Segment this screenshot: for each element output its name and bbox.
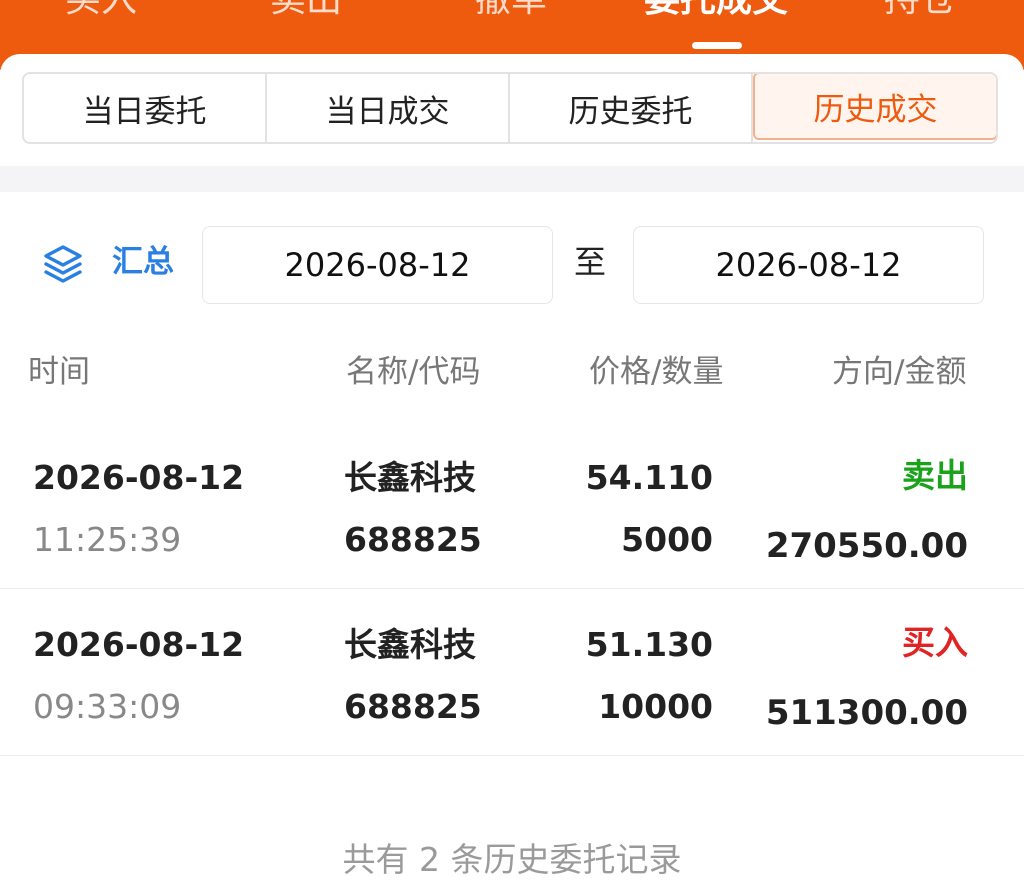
trade-quantity: 5000 — [621, 520, 713, 559]
trade-amount: 511300.00 — [765, 693, 968, 733]
trade-date: 2026-08-12 — [33, 458, 245, 497]
record-count-footer: 共有 2 条历史委托记录 — [342, 840, 682, 879]
trade-price: 51.130 — [585, 625, 713, 664]
start-date-field[interactable]: 2026-08-12 — [202, 226, 553, 304]
trade-date: 2026-08-12 — [33, 625, 245, 664]
header-time: 时间 — [28, 354, 90, 390]
subtab-today-trades[interactable]: 当日成交 — [267, 74, 510, 142]
table-row[interactable]: 2026-08-12 09:33:09 长鑫科技 688825 51.130 1… — [0, 589, 1024, 756]
tab-cancel-order[interactable]: 撤单 — [475, 0, 547, 22]
subtab-history-orders[interactable]: 历史委托 — [510, 74, 753, 142]
subtab-history-trades[interactable]: 历史成交 — [753, 74, 996, 140]
trade-quantity: 10000 — [598, 687, 713, 726]
layers-icon[interactable] — [42, 243, 84, 285]
trade-price: 54.110 — [585, 458, 713, 497]
active-tab-indicator — [692, 42, 742, 49]
stock-code: 688825 — [344, 520, 482, 559]
trade-direction: 卖出 — [902, 456, 968, 495]
stock-name: 长鑫科技 — [344, 625, 476, 664]
trade-time: 11:25:39 — [33, 520, 182, 559]
date-range-separator: 至 — [574, 243, 607, 281]
summary-button[interactable]: 汇总 — [112, 240, 174, 284]
tab-sell[interactable]: 卖出 — [270, 0, 342, 22]
subtab-segmented-control: 当日委托 当日成交 历史委托 历史成交 — [22, 72, 998, 144]
stock-code: 688825 — [344, 687, 482, 726]
table-row[interactable]: 2026-08-12 11:25:39 长鑫科技 688825 54.110 5… — [0, 422, 1024, 589]
end-date-field[interactable]: 2026-08-12 — [633, 226, 984, 304]
trade-direction: 买入 — [902, 623, 968, 662]
tab-buy[interactable]: 买入 — [65, 0, 137, 22]
tab-orders-trades[interactable]: 委托成交 — [644, 0, 788, 22]
subtab-today-orders[interactable]: 当日委托 — [24, 74, 267, 142]
trade-amount: 270550.00 — [765, 526, 968, 566]
trade-time: 09:33:09 — [33, 687, 182, 726]
header-direction-amount: 方向/金额 — [832, 354, 967, 390]
header-name-code: 名称/代码 — [346, 354, 481, 390]
tab-positions[interactable]: 持仓 — [884, 0, 956, 22]
header-price-quantity: 价格/数量 — [589, 354, 724, 390]
section-divider — [0, 166, 1024, 192]
stock-name: 长鑫科技 — [344, 458, 476, 497]
